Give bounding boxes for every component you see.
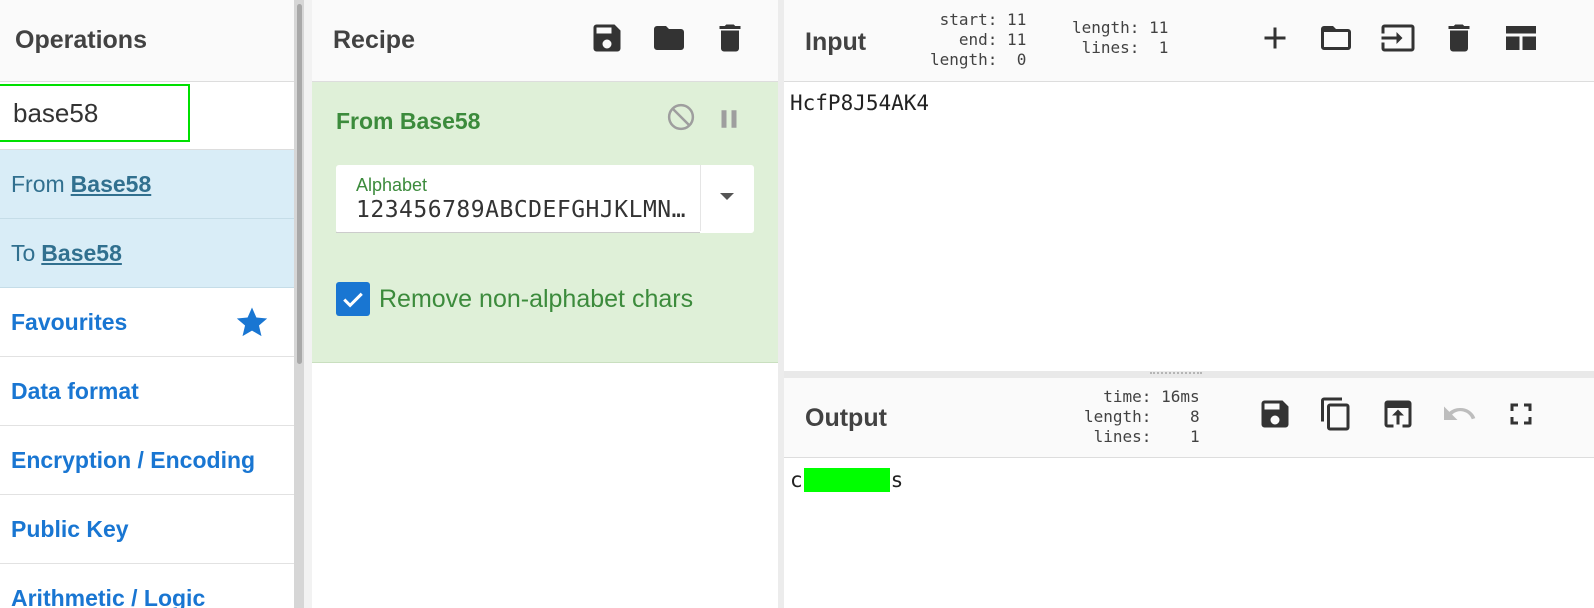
category-label: Arithmetic / Logic xyxy=(11,584,206,608)
operation-name: From Base58 xyxy=(336,108,481,134)
category-favourites[interactable]: Favourites xyxy=(0,288,300,357)
input-text[interactable]: HcfP8J54AK4 xyxy=(790,91,929,115)
add-tab-plus-icon[interactable] xyxy=(1257,20,1293,56)
star-icon xyxy=(235,305,269,339)
panel-gutter[interactable] xyxy=(304,0,312,608)
save-recipe-icon[interactable] xyxy=(589,20,625,56)
output-text-end: s xyxy=(890,468,904,492)
op-result-from-base58[interactable]: From Base58 xyxy=(0,150,300,219)
category-arithmetic-logic[interactable]: Arithmetic / Logic xyxy=(0,564,300,608)
input-length-stats: length: 11 lines: 1 xyxy=(1072,18,1169,57)
category-label: Public Key xyxy=(11,515,129,542)
io-resize-divider[interactable] xyxy=(784,371,1594,378)
recipe-title: Recipe xyxy=(333,26,415,54)
op-result-to-base58[interactable]: To Base58 xyxy=(0,219,300,288)
reset-layout-icon[interactable] xyxy=(1503,20,1539,56)
category-encryption-encoding[interactable]: Encryption / Encoding xyxy=(0,426,300,495)
op-result-prefix: To xyxy=(11,239,36,266)
disable-operation-icon[interactable] xyxy=(666,102,696,132)
input-selection-stats: start: 11 end: 11 length: 0 xyxy=(930,10,1027,69)
input-header: Input start: 11 end: 11 length: 0 length… xyxy=(784,0,1594,82)
alphabet-label: Alphabet xyxy=(356,175,428,195)
category-label: Data format xyxy=(11,377,139,404)
output-text-start: c xyxy=(790,468,803,492)
load-recipe-folder-icon[interactable] xyxy=(651,20,687,56)
pause-breakpoint-icon[interactable] xyxy=(714,104,744,134)
remove-non-alphabet-option[interactable]: Remove non-alphabet chars xyxy=(336,282,693,316)
scrollbar-thumb[interactable] xyxy=(297,4,302,364)
checkbox-label: Remove non-alphabet chars xyxy=(379,284,694,313)
checkmark-icon xyxy=(343,292,363,308)
search-row xyxy=(0,82,300,150)
output-title: Output xyxy=(805,404,887,432)
remove-non-alphabet-checkbox[interactable] xyxy=(336,282,370,316)
category-label: Encryption / Encoding xyxy=(11,446,256,473)
open-file-input-icon[interactable] xyxy=(1380,20,1416,56)
output-text[interactable]: c s xyxy=(790,468,903,492)
op-result-prefix: From xyxy=(11,170,65,197)
input-panel: Input start: 11 end: 11 length: 0 length… xyxy=(784,0,1594,371)
maximise-output-icon[interactable] xyxy=(1503,396,1539,432)
clear-input-trash-icon[interactable] xyxy=(1441,20,1477,56)
operations-scrollbar[interactable] xyxy=(294,0,304,608)
clear-recipe-trash-icon[interactable] xyxy=(712,20,748,56)
operations-panel: Operations From Base58 To Base58 Favouri… xyxy=(0,0,300,608)
output-header: Output time: 16ms length: 8 lines: 1 xyxy=(784,378,1594,458)
category-label: Favourites xyxy=(11,308,128,335)
recipe-header: Recipe xyxy=(312,0,778,82)
output-stats: time: 16ms length: 8 lines: 1 xyxy=(1084,387,1200,446)
alphabet-value: 123456789ABCDEFGHJKLMNPQRSTUVWXYZabcdefg… xyxy=(356,197,696,223)
undo-icon[interactable] xyxy=(1441,396,1477,432)
operations-search-input[interactable] xyxy=(0,84,190,142)
output-panel: Output time: 16ms length: 8 lines: 1 c s xyxy=(784,378,1594,608)
chevron-down-icon[interactable] xyxy=(720,193,734,200)
category-data-format[interactable]: Data format xyxy=(0,357,300,426)
replace-input-with-output-icon[interactable] xyxy=(1380,396,1416,432)
op-result-match: Base58 xyxy=(70,170,152,197)
dropdown-divider xyxy=(700,165,701,231)
alphabet-select[interactable]: Alphabet 123456789ABCDEFGHJKLMNPQRSTUVWX… xyxy=(336,165,754,233)
category-public-key[interactable]: Public Key xyxy=(0,495,300,564)
operations-title: Operations xyxy=(15,26,147,54)
field-underline xyxy=(336,232,700,233)
save-output-icon[interactable] xyxy=(1257,396,1293,432)
op-result-match: Base58 xyxy=(41,239,122,266)
open-folder-icon[interactable] xyxy=(1318,20,1354,56)
input-title: Input xyxy=(805,28,867,56)
operations-header: Operations xyxy=(0,0,300,82)
recipe-operation-from-base58[interactable]: From Base58 Alphabet 123456789ABCDEFGHJK… xyxy=(312,82,778,363)
resize-grip[interactable] xyxy=(1150,372,1202,375)
control-chars-highlight xyxy=(803,468,890,492)
copy-output-icon[interactable] xyxy=(1318,396,1354,432)
recipe-panel: Recipe From Base58 Alphabet 123456789ABC… xyxy=(312,0,778,608)
